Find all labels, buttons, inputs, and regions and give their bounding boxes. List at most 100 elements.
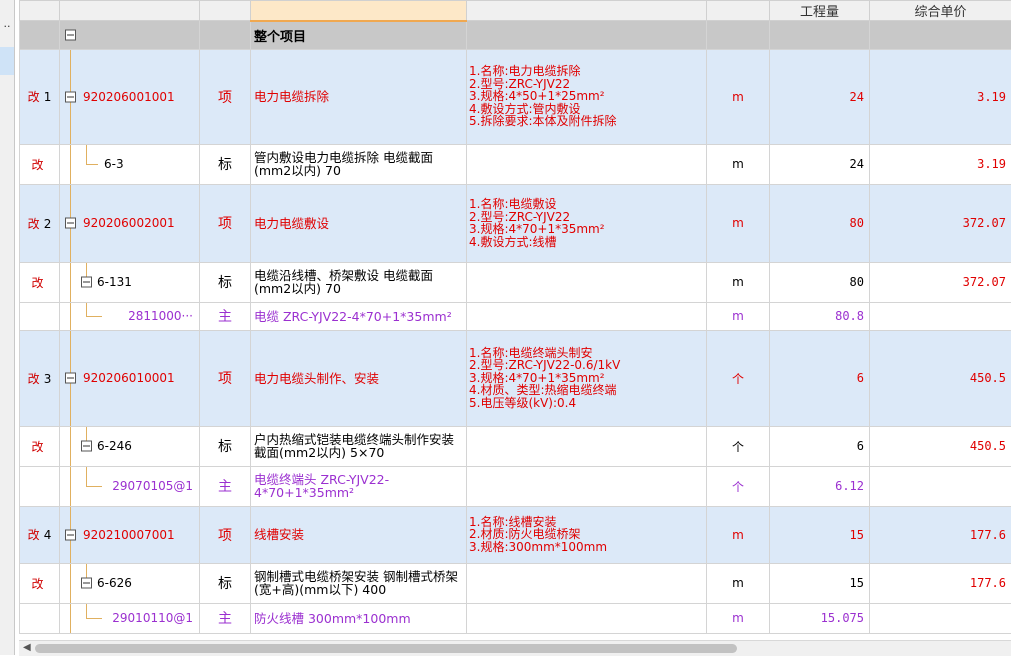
- item-code: 6-246: [97, 439, 132, 453]
- row-mark-cell: [20, 302, 60, 330]
- quantity-cell[interactable]: 15: [770, 563, 870, 603]
- name-cell[interactable]: 电力电缆敷设: [251, 184, 467, 262]
- quantity-cell[interactable]: 6: [770, 330, 870, 426]
- collapse-icon[interactable]: [65, 529, 76, 540]
- name-cell[interactable]: 电缆终端头 ZRC-YJV22-4*70+1*35mm²: [251, 466, 467, 506]
- header-unit-price[interactable]: 综合单价: [870, 1, 1011, 21]
- unit-price-cell: [870, 466, 1011, 506]
- quantity-cell[interactable]: 24: [770, 144, 870, 184]
- name-cell[interactable]: 电力电缆头制作、安装: [251, 330, 467, 426]
- code-cell: 29070105@1: [60, 466, 200, 506]
- header-feature[interactable]: [467, 1, 707, 21]
- row-mark-cell: 改4: [20, 506, 60, 563]
- left-panel-selection[interactable]: [0, 47, 14, 75]
- scrollbar-thumb[interactable]: [35, 644, 737, 653]
- name-cell[interactable]: 户内热缩式铠装电缆终端头制作安装 截面(mm2以内) 5×70: [251, 426, 467, 466]
- item-code: 6-131: [97, 275, 132, 289]
- header-type[interactable]: [200, 1, 251, 21]
- bill-item-row[interactable]: 改1920206001001项电力电缆拆除1.名称:电力电缆拆除 2.型号:ZR…: [20, 49, 1011, 144]
- quantity-cell[interactable]: 80: [770, 184, 870, 262]
- quantity-cell[interactable]: 24: [770, 49, 870, 144]
- material-row[interactable]: 2811000···主电缆 ZRC-YJV22-4*70+1*35mm²m80.…: [20, 302, 1011, 330]
- row-mark-cell: 改2: [20, 184, 60, 262]
- row-number: 4: [44, 528, 52, 542]
- unit-cell: m: [707, 506, 770, 563]
- bill-item-row[interactable]: 改4920210007001项线槽安装1.名称:线槽安装 2.材质:防火电缆桥架…: [20, 506, 1011, 563]
- quantity-cell[interactable]: 6.12: [770, 466, 870, 506]
- row-mark-cell: [20, 603, 60, 633]
- bill-item-row[interactable]: 改2920206002001项电力电缆敷设1.名称:电缆敷设 2.型号:ZRC-…: [20, 184, 1011, 262]
- unit-price-cell: 450.5: [870, 330, 1011, 426]
- quantity-cell[interactable]: 15.075: [770, 603, 870, 633]
- header-mark[interactable]: [20, 1, 60, 21]
- feature-cell[interactable]: [467, 144, 707, 184]
- header-quantity[interactable]: 工程量: [770, 1, 870, 21]
- feature-cell[interactable]: [467, 466, 707, 506]
- feature-cell[interactable]: 1.名称:电力电缆拆除 2.型号:ZRC-YJV22 3.规格:4*50+1*2…: [467, 49, 707, 144]
- name-cell[interactable]: 电缆沿线槽、桥架敷设 电缆截面(mm2以内) 70: [251, 262, 467, 302]
- feature-cell[interactable]: [467, 426, 707, 466]
- modified-mark: 改: [31, 276, 43, 290]
- unit-price-cell: 372.07: [870, 184, 1011, 262]
- material-row[interactable]: 29070105@1主电缆终端头 ZRC-YJV22-4*70+1*35mm²个…: [20, 466, 1011, 506]
- name-cell[interactable]: 电力电缆拆除: [251, 49, 467, 144]
- item-code: 6-3: [104, 157, 124, 171]
- collapse-icon[interactable]: [81, 277, 92, 288]
- unit-cell: m: [707, 184, 770, 262]
- header-name[interactable]: [251, 1, 467, 21]
- left-panel-strip: ··: [0, 0, 15, 655]
- collapse-icon[interactable]: [65, 29, 76, 40]
- header-unit[interactable]: [707, 1, 770, 21]
- row-mark-cell: 改: [20, 262, 60, 302]
- item-code: 29070105@1: [112, 479, 193, 493]
- quantity-cell[interactable]: 6: [770, 426, 870, 466]
- quota-row[interactable]: 改6-3标管内敷设电力电缆拆除 电缆截面(mm2以内) 70m243.19: [20, 144, 1011, 184]
- row-mark-cell: 改1: [20, 49, 60, 144]
- feature-cell[interactable]: 1.名称:线槽安装 2.材质:防火电缆桥架 3.规格:300mm*100mm: [467, 506, 707, 563]
- collapse-icon[interactable]: [81, 441, 92, 452]
- quota-row[interactable]: 改6-626标钢制槽式电缆桥架安装 钢制槽式桥架(宽+高)(mm以下) 400m…: [20, 563, 1011, 603]
- collapse-icon[interactable]: [81, 578, 92, 589]
- name-cell[interactable]: 钢制槽式电缆桥架安装 钢制槽式桥架(宽+高)(mm以下) 400: [251, 563, 467, 603]
- collapse-icon[interactable]: [65, 218, 76, 229]
- code-cell: 920210007001: [60, 506, 200, 563]
- row-mark-cell: 改: [20, 426, 60, 466]
- collapse-icon[interactable]: [65, 91, 76, 102]
- name-cell[interactable]: 电缆 ZRC-YJV22-4*70+1*35mm²: [251, 302, 467, 330]
- feature-cell[interactable]: [467, 603, 707, 633]
- arrow-left-icon[interactable]: ◀: [23, 642, 31, 653]
- feature-cell[interactable]: [467, 262, 707, 302]
- name-cell[interactable]: 管内敷设电力电缆拆除 电缆截面(mm2以内) 70: [251, 144, 467, 184]
- feature-cell[interactable]: 1.名称:电缆敷设 2.型号:ZRC-YJV22 3.规格:4*70+1*35m…: [467, 184, 707, 262]
- type-cell: 项: [200, 330, 251, 426]
- feature-cell[interactable]: [467, 302, 707, 330]
- unit-price-cell: [870, 603, 1011, 633]
- name-cell[interactable]: 线槽安装: [251, 506, 467, 563]
- quota-row[interactable]: 改6-246标户内热缩式铠装电缆终端头制作安装 截面(mm2以内) 5×70个6…: [20, 426, 1011, 466]
- collapse-icon[interactable]: [65, 373, 76, 384]
- header-code[interactable]: [60, 1, 200, 21]
- material-row[interactable]: 29010110@1主防火线槽 300mm*100mmm15.075: [20, 603, 1011, 633]
- unit-price-cell: [870, 302, 1011, 330]
- group-row[interactable]: 整个项目: [20, 21, 1011, 50]
- quota-row[interactable]: 改6-131标电缆沿线槽、桥架敷设 电缆截面(mm2以内) 70m80372.0…: [20, 262, 1011, 302]
- unit-price-cell: 372.07: [870, 262, 1011, 302]
- quantity-cell[interactable]: 15: [770, 506, 870, 563]
- unit-price-cell: 3.19: [870, 49, 1011, 144]
- modified-mark: 改: [28, 528, 40, 542]
- more-icon[interactable]: ··: [0, 22, 14, 32]
- unit-price-cell: 177.6: [870, 563, 1011, 603]
- type-cell: 项: [200, 506, 251, 563]
- bill-table: 工程量 综合单价 整个项目 改1920206001001项电力电缆拆除1.名称:…: [19, 0, 1011, 634]
- modified-mark: 改: [31, 577, 43, 591]
- row-mark-cell: [20, 466, 60, 506]
- bill-item-row[interactable]: 改3920206010001项电力电缆头制作、安装1.名称:电缆终端头制安 2.…: [20, 330, 1011, 426]
- feature-cell[interactable]: 1.名称:电缆终端头制安 2.型号:ZRC-YJV22-0.6/1kV 3.规格…: [467, 330, 707, 426]
- quantity-cell[interactable]: 80: [770, 262, 870, 302]
- unit-cell: m: [707, 302, 770, 330]
- feature-text: 1.名称:线槽安装 2.材质:防火电缆桥架 3.规格:300mm*100mm: [469, 515, 607, 554]
- feature-cell[interactable]: [467, 563, 707, 603]
- name-cell[interactable]: 防火线槽 300mm*100mm: [251, 603, 467, 633]
- horizontal-scrollbar[interactable]: ◀: [19, 640, 1011, 656]
- quantity-cell[interactable]: 80.8: [770, 302, 870, 330]
